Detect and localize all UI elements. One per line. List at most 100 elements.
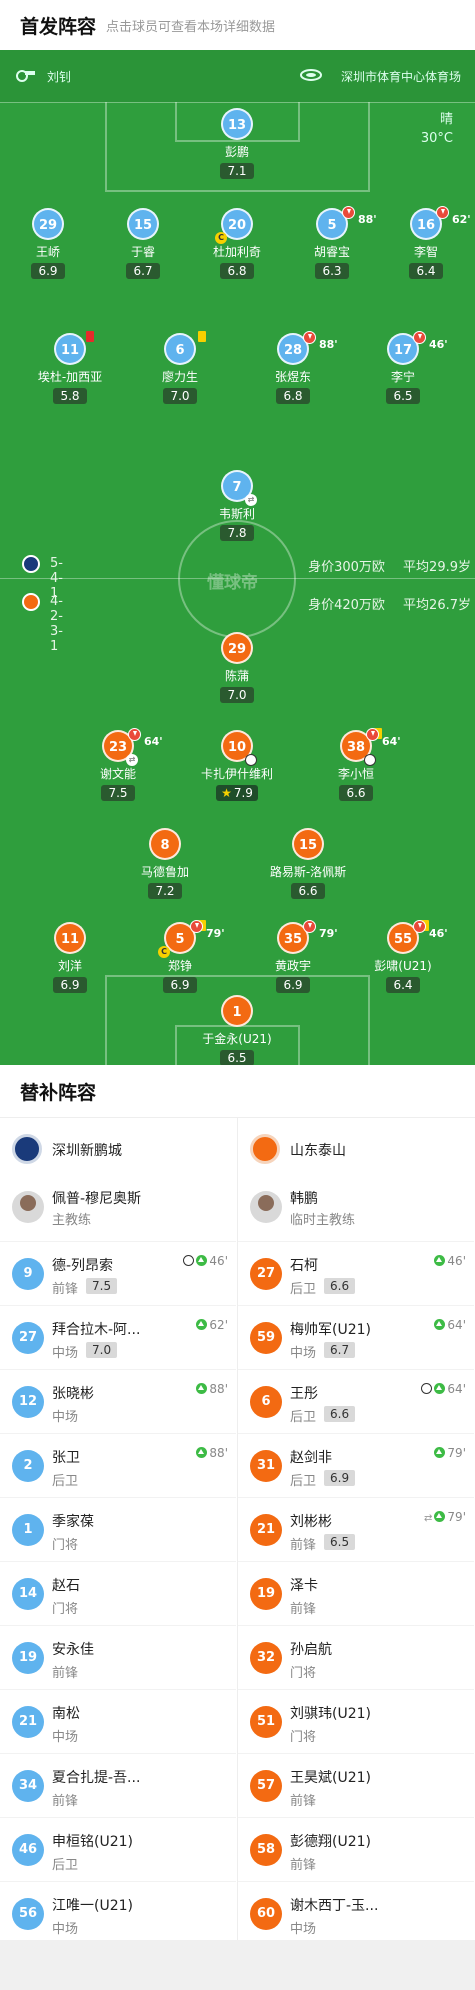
player-position: 前锋: [52, 1794, 79, 1809]
away-sub-player[interactable]: 27 石柯 后卫 6.6 46': [238, 1241, 474, 1305]
player-rating: 7.8: [220, 525, 254, 541]
away-player[interactable]: 38 64' 李小恒 6.6: [301, 728, 411, 801]
away-sub-player[interactable]: 19 泽卡 前锋: [238, 1561, 474, 1625]
home-sub-player[interactable]: 46 申桓铭(U21) 后卫: [0, 1817, 236, 1881]
home-team-avg-age: 平均29.9岁: [403, 560, 471, 575]
player-number: 56: [12, 1898, 44, 1930]
sub-minute: 64': [144, 735, 163, 748]
home-sub-player[interactable]: 1 季家葆 门将: [0, 1497, 236, 1561]
away-player[interactable]: 55 46' 彭啸(U21) 6.4: [348, 920, 458, 993]
home-sub-player[interactable]: 56 江唯一(U21) 中场: [0, 1881, 236, 1945]
away-player[interactable]: 15 路易斯-洛佩斯 6.6: [253, 828, 363, 899]
away-player[interactable]: 35 79' 黄政宇 6.9: [238, 920, 348, 993]
sub-event: 46': [183, 1254, 228, 1268]
player-number: 20 C: [215, 208, 253, 244]
player-number: 11: [54, 331, 94, 365]
player-name: 廖力生: [161, 370, 198, 384]
home-sub-player[interactable]: 9 德-列昂索 前锋 7.5 46': [0, 1241, 236, 1305]
player-position: 前锋: [290, 1538, 317, 1553]
away-player[interactable]: 23 64' ⇄ 谢文能 7.5: [63, 728, 173, 801]
bottom-bar: [0, 1940, 475, 1990]
away-player[interactable]: 5 79' C 郑铮 6.9: [125, 920, 235, 993]
home-player[interactable]: 20 C 杜加利奇 6.8: [182, 208, 292, 279]
home-sub-player[interactable]: 19 安永佳 前锋: [0, 1625, 236, 1689]
player-position: 后卫: [52, 1474, 79, 1489]
away-sub-player[interactable]: 60 谢木西丁-玉... 中场: [238, 1881, 474, 1945]
player-number: 15: [127, 208, 159, 240]
player-name: 彭啸(U21): [374, 959, 432, 973]
sub-in-icon: [196, 1319, 208, 1330]
away-sub-player[interactable]: 21 刘彬彬 前锋 6.5 ⇄ 79': [238, 1497, 474, 1561]
sub-minute: 62': [452, 213, 471, 226]
away-player[interactable]: 29 陈蒲 7.0: [182, 632, 292, 703]
player-name: 埃杜-加西亚: [37, 370, 103, 384]
home-player[interactable]: 28 88' 张煜东 6.8: [238, 331, 348, 404]
player-number: 51: [250, 1706, 282, 1738]
home-coach[interactable]: 佩普-穆尼奥斯 主教练: [12, 1185, 232, 1235]
player-name: 于金永(U21): [202, 1032, 272, 1046]
player-number: 12: [12, 1386, 44, 1418]
away-team-value: 身价420万欧: [308, 598, 385, 613]
away-player[interactable]: 8 马德鲁加 7.2: [110, 828, 220, 899]
sub-event: ⇄ 79': [424, 1510, 466, 1524]
home-player[interactable]: 11 埃杜-加西亚 5.8: [15, 331, 125, 404]
away-player[interactable]: 1 于金永(U21) 6.5: [182, 995, 292, 1065]
coach-name: 韩鹏: [290, 1191, 318, 1207]
player-position: 前锋: [52, 1282, 79, 1297]
away-sub-player[interactable]: 57 王昊斌(U21) 前锋: [238, 1753, 474, 1817]
player-number: 28 88': [277, 331, 338, 365]
player-position: 前锋: [290, 1794, 317, 1809]
away-sub-player[interactable]: 32 孙启航 门将: [238, 1625, 474, 1689]
home-sub-player[interactable]: 21 南松 中场: [0, 1689, 236, 1753]
sub-out-icon: [413, 920, 426, 933]
player-position: 中场: [52, 1346, 79, 1361]
player-position: 后卫: [290, 1282, 317, 1297]
home-sub-player[interactable]: 12 张晓彬 中场 88': [0, 1369, 236, 1433]
player-name: 黄政宇: [274, 959, 311, 973]
best-player-star-icon: ★: [221, 786, 232, 800]
player-rating: 6.7: [324, 1342, 356, 1358]
player-name: 拜合拉木-阿...: [52, 1322, 141, 1338]
sub-in-icon: [434, 1383, 446, 1394]
home-team-badge-icon: [22, 555, 40, 573]
home-sub-player[interactable]: 2 张卫 后卫 88': [0, 1433, 236, 1497]
sub-minute: 79': [447, 1510, 466, 1524]
coach-role: 临时主教练: [290, 1213, 356, 1228]
sub-out-icon: [366, 728, 379, 741]
away-coach[interactable]: 韩鹏 临时主教练: [250, 1185, 470, 1235]
player-rating: 6.9: [53, 977, 87, 993]
player-position: 中场: [52, 1922, 79, 1937]
sub-in-icon: [196, 1255, 208, 1266]
away-sub-player[interactable]: 58 彭德翔(U21) 前锋: [238, 1817, 474, 1881]
home-sub-player[interactable]: 14 赵石 门将: [0, 1561, 236, 1625]
away-sub-player[interactable]: 59 梅帅军(U21) 中场 6.7 64': [238, 1305, 474, 1369]
player-number: 29: [221, 632, 253, 664]
home-player[interactable]: 17 46' 李宁 6.5: [348, 331, 458, 404]
home-sub-player[interactable]: 34 夏合扎提-吾... 前锋: [0, 1753, 236, 1817]
home-player[interactable]: 16 62' 李智 6.4: [371, 206, 475, 279]
player-position: 中场: [290, 1346, 317, 1361]
home-sub-player[interactable]: 27 拜合拉木-阿... 中场 7.0 62': [0, 1305, 236, 1369]
player-rating: 6.7: [126, 263, 160, 279]
away-player[interactable]: 10 卡扎伊什维利 ★ 7.9: [182, 730, 292, 801]
away-sub-player[interactable]: 51 刘骐玮(U21) 门将: [238, 1689, 474, 1753]
player-rating: 6.8: [276, 388, 310, 404]
home-player[interactable]: 7 ⇄ 韦斯利 7.8: [182, 470, 292, 541]
away-sub-player[interactable]: 31 赵剑非 后卫 6.9 79': [238, 1433, 474, 1497]
home-player[interactable]: 13 彭鹏 7.1: [182, 108, 292, 179]
player-name: 李宁: [390, 370, 415, 384]
player-number: 1: [221, 995, 253, 1027]
player-number: 8: [149, 828, 181, 860]
player-number: 6: [250, 1386, 282, 1418]
sub-event: 46': [434, 1254, 466, 1268]
lineup-hint: 点击球员可查看本场详细数据: [106, 20, 276, 35]
player-position: 后卫: [290, 1474, 317, 1489]
player-position: 门将: [290, 1730, 317, 1745]
away-team-badge-icon: [22, 593, 40, 611]
player-number: 27: [250, 1258, 282, 1290]
player-rating: 6.9: [31, 263, 65, 279]
away-player[interactable]: 11 刘洋 6.9: [15, 922, 125, 993]
away-sub-player[interactable]: 6 王彤 后卫 6.6 64': [238, 1369, 474, 1433]
home-player[interactable]: 6 廖力生 7.0: [125, 331, 235, 404]
sub-minute: 64': [447, 1382, 466, 1396]
